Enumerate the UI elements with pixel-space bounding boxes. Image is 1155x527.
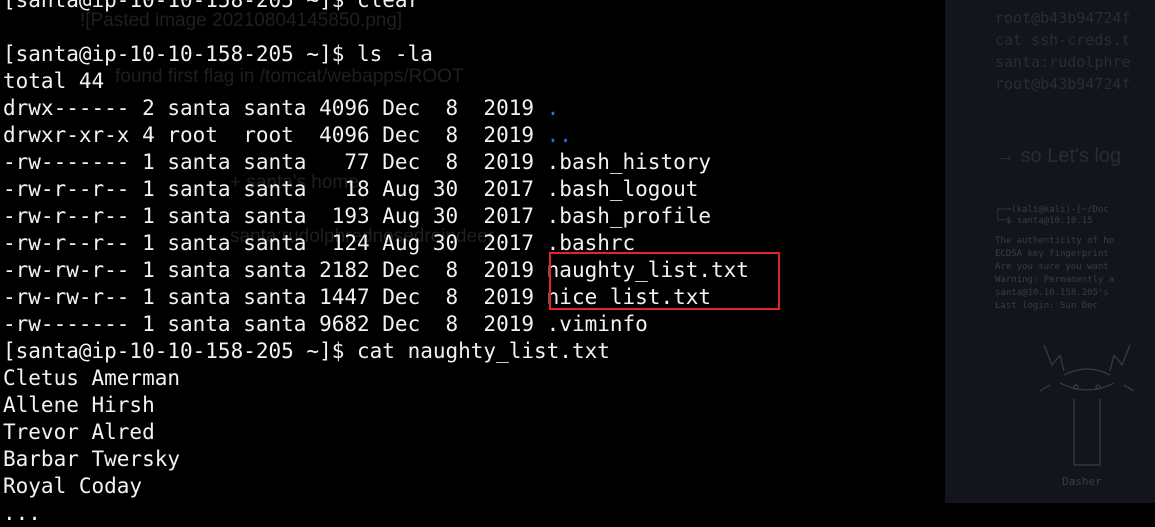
terminal-line-text: [santa@ip-10-10-158-205 ~]$ clear bbox=[3, 0, 421, 12]
terminal-line: -rw------- 1 santa santa 77 Dec 8 2019 .… bbox=[3, 149, 749, 176]
terminal-line-text: Cletus Amerman bbox=[3, 366, 181, 390]
terminal-line-text: Trevor Alred bbox=[3, 420, 155, 444]
terminal-line-text: -rw-r--r-- 1 santa santa 18 Aug 30 2017 … bbox=[3, 177, 699, 201]
terminal-line: total 44 bbox=[3, 68, 749, 95]
terminal-line-text: Royal Coday bbox=[3, 474, 143, 498]
overlay-small-line: santa@10.10.158.205's bbox=[995, 288, 1109, 298]
overlay-small-line: Are you sure you want bbox=[995, 262, 1109, 272]
terminal-line-text: [santa@ip-10-10-158-205 ~]$ cat naughty_… bbox=[3, 339, 610, 363]
overlay-line: root@b43b94724f bbox=[995, 9, 1131, 27]
terminal-line: -rw-r--r-- 1 santa santa 18 Aug 30 2017 … bbox=[3, 176, 749, 203]
terminal-line-text: -rw-r--r-- 1 santa santa 124 Aug 30 2017… bbox=[3, 231, 636, 255]
terminal-line: Barbar Twersky bbox=[3, 446, 749, 473]
terminal-line-text: Allene Hirsh bbox=[3, 393, 155, 417]
terminal-line: -rw-r--r-- 1 santa santa 193 Aug 30 2017… bbox=[3, 203, 749, 230]
overlay-small-line: └─$ santa@10.10.15 bbox=[995, 216, 1093, 226]
terminal-line-text: -rw-r--r-- 1 santa santa 193 Aug 30 2017… bbox=[3, 204, 712, 228]
terminal-line-text: drwxr-xr-x 4 root root 4096 Dec 8 2019 bbox=[3, 123, 547, 147]
overlay-line: cat ssh-creds.t bbox=[995, 31, 1131, 49]
terminal-line: drwx------ 2 santa santa 4096 Dec 8 2019… bbox=[3, 95, 749, 122]
reindeer-ascii-art: Dasher bbox=[1039, 344, 1135, 488]
terminal-line: ... bbox=[3, 500, 749, 527]
terminal-line-text: -rw------- 1 santa santa 77 Dec 8 2019 .… bbox=[3, 150, 712, 174]
terminal-line: Royal Coday bbox=[3, 473, 749, 500]
overlay-small-line: Warning: Permanently a bbox=[995, 275, 1115, 285]
terminal-line-text: -rw------- 1 santa santa 9682 Dec 8 2019… bbox=[3, 312, 648, 336]
terminal-line-text: Barbar Twersky bbox=[3, 447, 181, 471]
terminal-line-text: total 44 bbox=[3, 69, 105, 93]
terminal-line: [santa@ip-10-10-158-205 ~]$ ls -la bbox=[3, 41, 749, 68]
overlay-line: santa:rudolphre bbox=[995, 53, 1131, 71]
ascii-caption: Dasher bbox=[1062, 475, 1102, 488]
terminal-line: Cletus Amerman bbox=[3, 365, 749, 392]
terminal-line-text: drwx------ 2 santa santa 4096 Dec 8 2019 bbox=[3, 96, 547, 120]
file-highlight-box bbox=[549, 252, 780, 310]
terminal-line: [santa@ip-10-10-158-205 ~]$ clear bbox=[3, 0, 749, 14]
overlay-small-line: The authenticity of ho bbox=[995, 236, 1115, 246]
overlay-small-line: ┌──(kali@kali)-[~/Doc bbox=[995, 205, 1109, 215]
overlay-small-line: Last login: Sun Dec bbox=[995, 301, 1098, 311]
terminal-line-text: [santa@ip-10-10-158-205 ~]$ ls -la bbox=[3, 42, 433, 66]
directory-name: . bbox=[546, 96, 560, 120]
overlay-heading: → so Let's log bbox=[995, 145, 1122, 167]
terminal-line: Trevor Alred bbox=[3, 419, 749, 446]
overlay-line: root@b43b94724f bbox=[995, 75, 1131, 93]
terminal-line: drwxr-xr-x 4 root root 4096 Dec 8 2019 .… bbox=[3, 122, 749, 149]
terminal-line: Allene Hirsh bbox=[3, 392, 749, 419]
terminal-line-text: ... bbox=[3, 501, 41, 525]
overlay-small-line: ECDSA key fingerprint bbox=[995, 249, 1109, 259]
terminal-line: -rw------- 1 santa santa 9682 Dec 8 2019… bbox=[3, 311, 749, 338]
terminal-line: [santa@ip-10-10-158-205 ~]$ cat naughty_… bbox=[3, 338, 749, 365]
directory-name: .. bbox=[546, 123, 572, 147]
